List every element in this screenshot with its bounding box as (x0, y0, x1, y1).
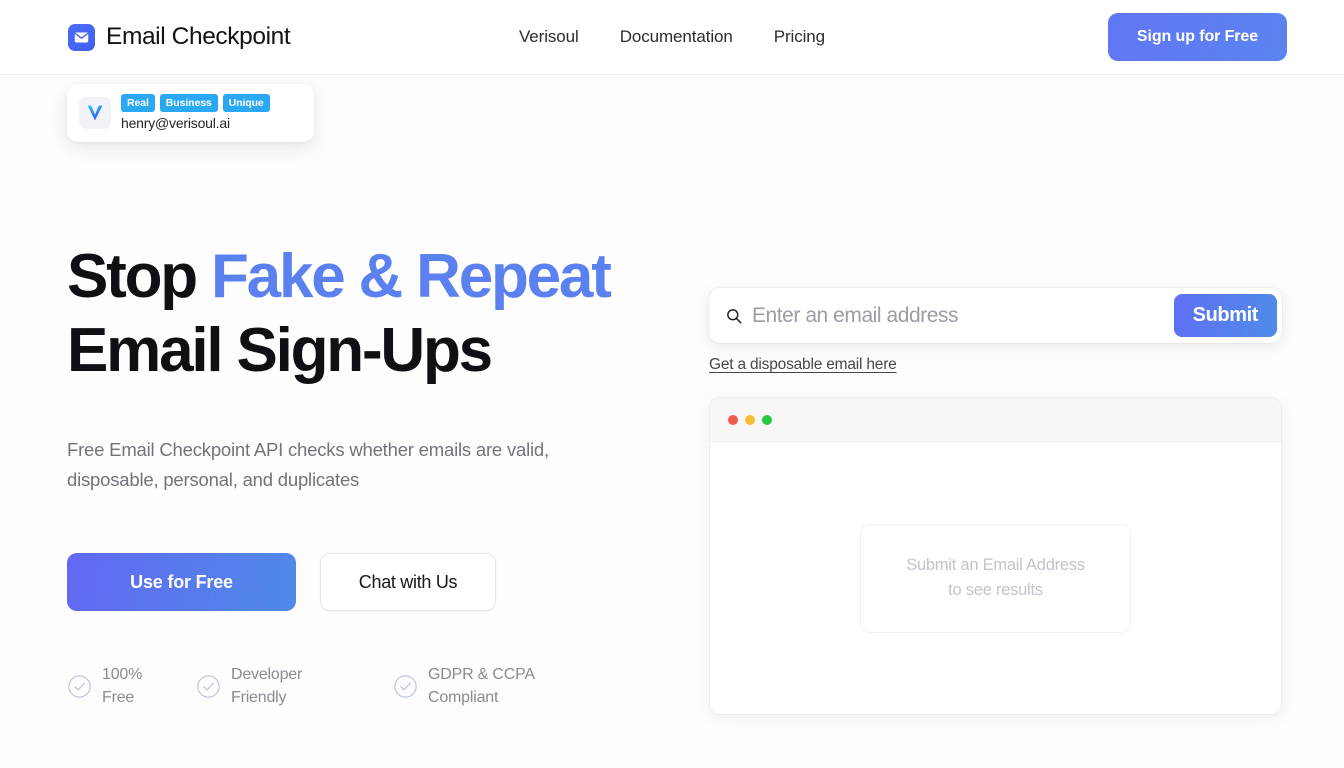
chip-email-address: henry@verisoul.ai (121, 115, 230, 131)
site-header: Email Checkpoint Verisoul Documentation … (0, 0, 1344, 75)
signup-button[interactable]: Sign up for Free (1107, 13, 1287, 61)
envelope-icon (68, 23, 95, 51)
feature-100-percent-free: 100% Free (67, 663, 196, 709)
hero-left-column: Stop Fake & Repeat Email Sign-Ups Free E… (67, 240, 677, 709)
results-body: Submit an Email Address to see results (710, 442, 1281, 714)
verisoul-avatar (79, 96, 111, 129)
headline-line2: Email Sign-Ups (67, 316, 493, 385)
brand-logo[interactable]: Email Checkpoint (68, 23, 291, 51)
tag-unique: Unique (222, 94, 270, 112)
empty-state-text: Submit an Email Address to see results (906, 556, 1085, 599)
chip-tag-list: Real Business Unique (121, 94, 270, 112)
main-nav: Verisoul Documentation Pricing (519, 27, 825, 47)
nav-item-documentation[interactable]: Documentation (620, 27, 733, 47)
feature-gdpr-ccpa-compliant: GDPR & CCPA Compliant (393, 663, 535, 709)
hero-cta-row: Use for Free Chat with Us (67, 553, 677, 611)
empty-state-card: Submit an Email Address to see results (860, 523, 1131, 633)
submit-button[interactable]: Submit (1173, 294, 1277, 337)
check-circle-icon (67, 674, 92, 699)
headline-text-plain: Stop (67, 242, 211, 311)
email-check-form: Submit (709, 288, 1282, 343)
headline-text-accent: Fake & Repeat (210, 242, 612, 311)
nav-item-verisoul[interactable]: Verisoul (519, 27, 579, 47)
chat-with-us-button[interactable]: Chat with Us (320, 553, 496, 611)
minimize-window-dot[interactable] (745, 414, 755, 425)
chip-details: Real Business Unique henry@verisoul.ai (121, 94, 270, 131)
hero-section: Real Business Unique henry@verisoul.ai S… (0, 75, 1344, 768)
feature-badge-row: 100% Free Developer Friendly GDPR & CCPA… (67, 663, 677, 709)
close-window-dot[interactable] (728, 414, 738, 425)
brand-name: Email Checkpoint (106, 23, 291, 50)
hero-right-column: Submit Get a disposable email here Submi… (709, 288, 1282, 715)
tag-business: Business (159, 94, 218, 112)
feature-developer-friendly: Developer Friendly (196, 663, 393, 709)
check-circle-icon (393, 674, 418, 699)
maximize-window-dot[interactable] (762, 414, 772, 425)
use-for-free-button[interactable]: Use for Free (67, 553, 296, 611)
headline-line1: Stop Fake & Repeat (67, 242, 612, 311)
email-input[interactable] (752, 303, 1174, 328)
nav-item-pricing[interactable]: Pricing (774, 27, 825, 47)
results-window: Submit an Email Address to see results (709, 397, 1282, 715)
page-title: Stop Fake & Repeat Email Sign-Ups (67, 240, 677, 388)
tag-real: Real (121, 94, 155, 112)
feature-label: Developer Friendly (231, 666, 303, 706)
disposable-email-link[interactable]: Get a disposable email here (709, 356, 897, 374)
hero-subheading: Free Email Checkpoint API checks whether… (67, 439, 549, 490)
feature-label: GDPR & CCPA Compliant (428, 666, 535, 706)
check-circle-icon (196, 674, 221, 699)
window-titlebar (710, 398, 1281, 442)
feature-label: 100% Free (102, 666, 143, 706)
verified-email-chip: Real Business Unique henry@verisoul.ai (67, 84, 314, 142)
search-icon (725, 307, 743, 325)
